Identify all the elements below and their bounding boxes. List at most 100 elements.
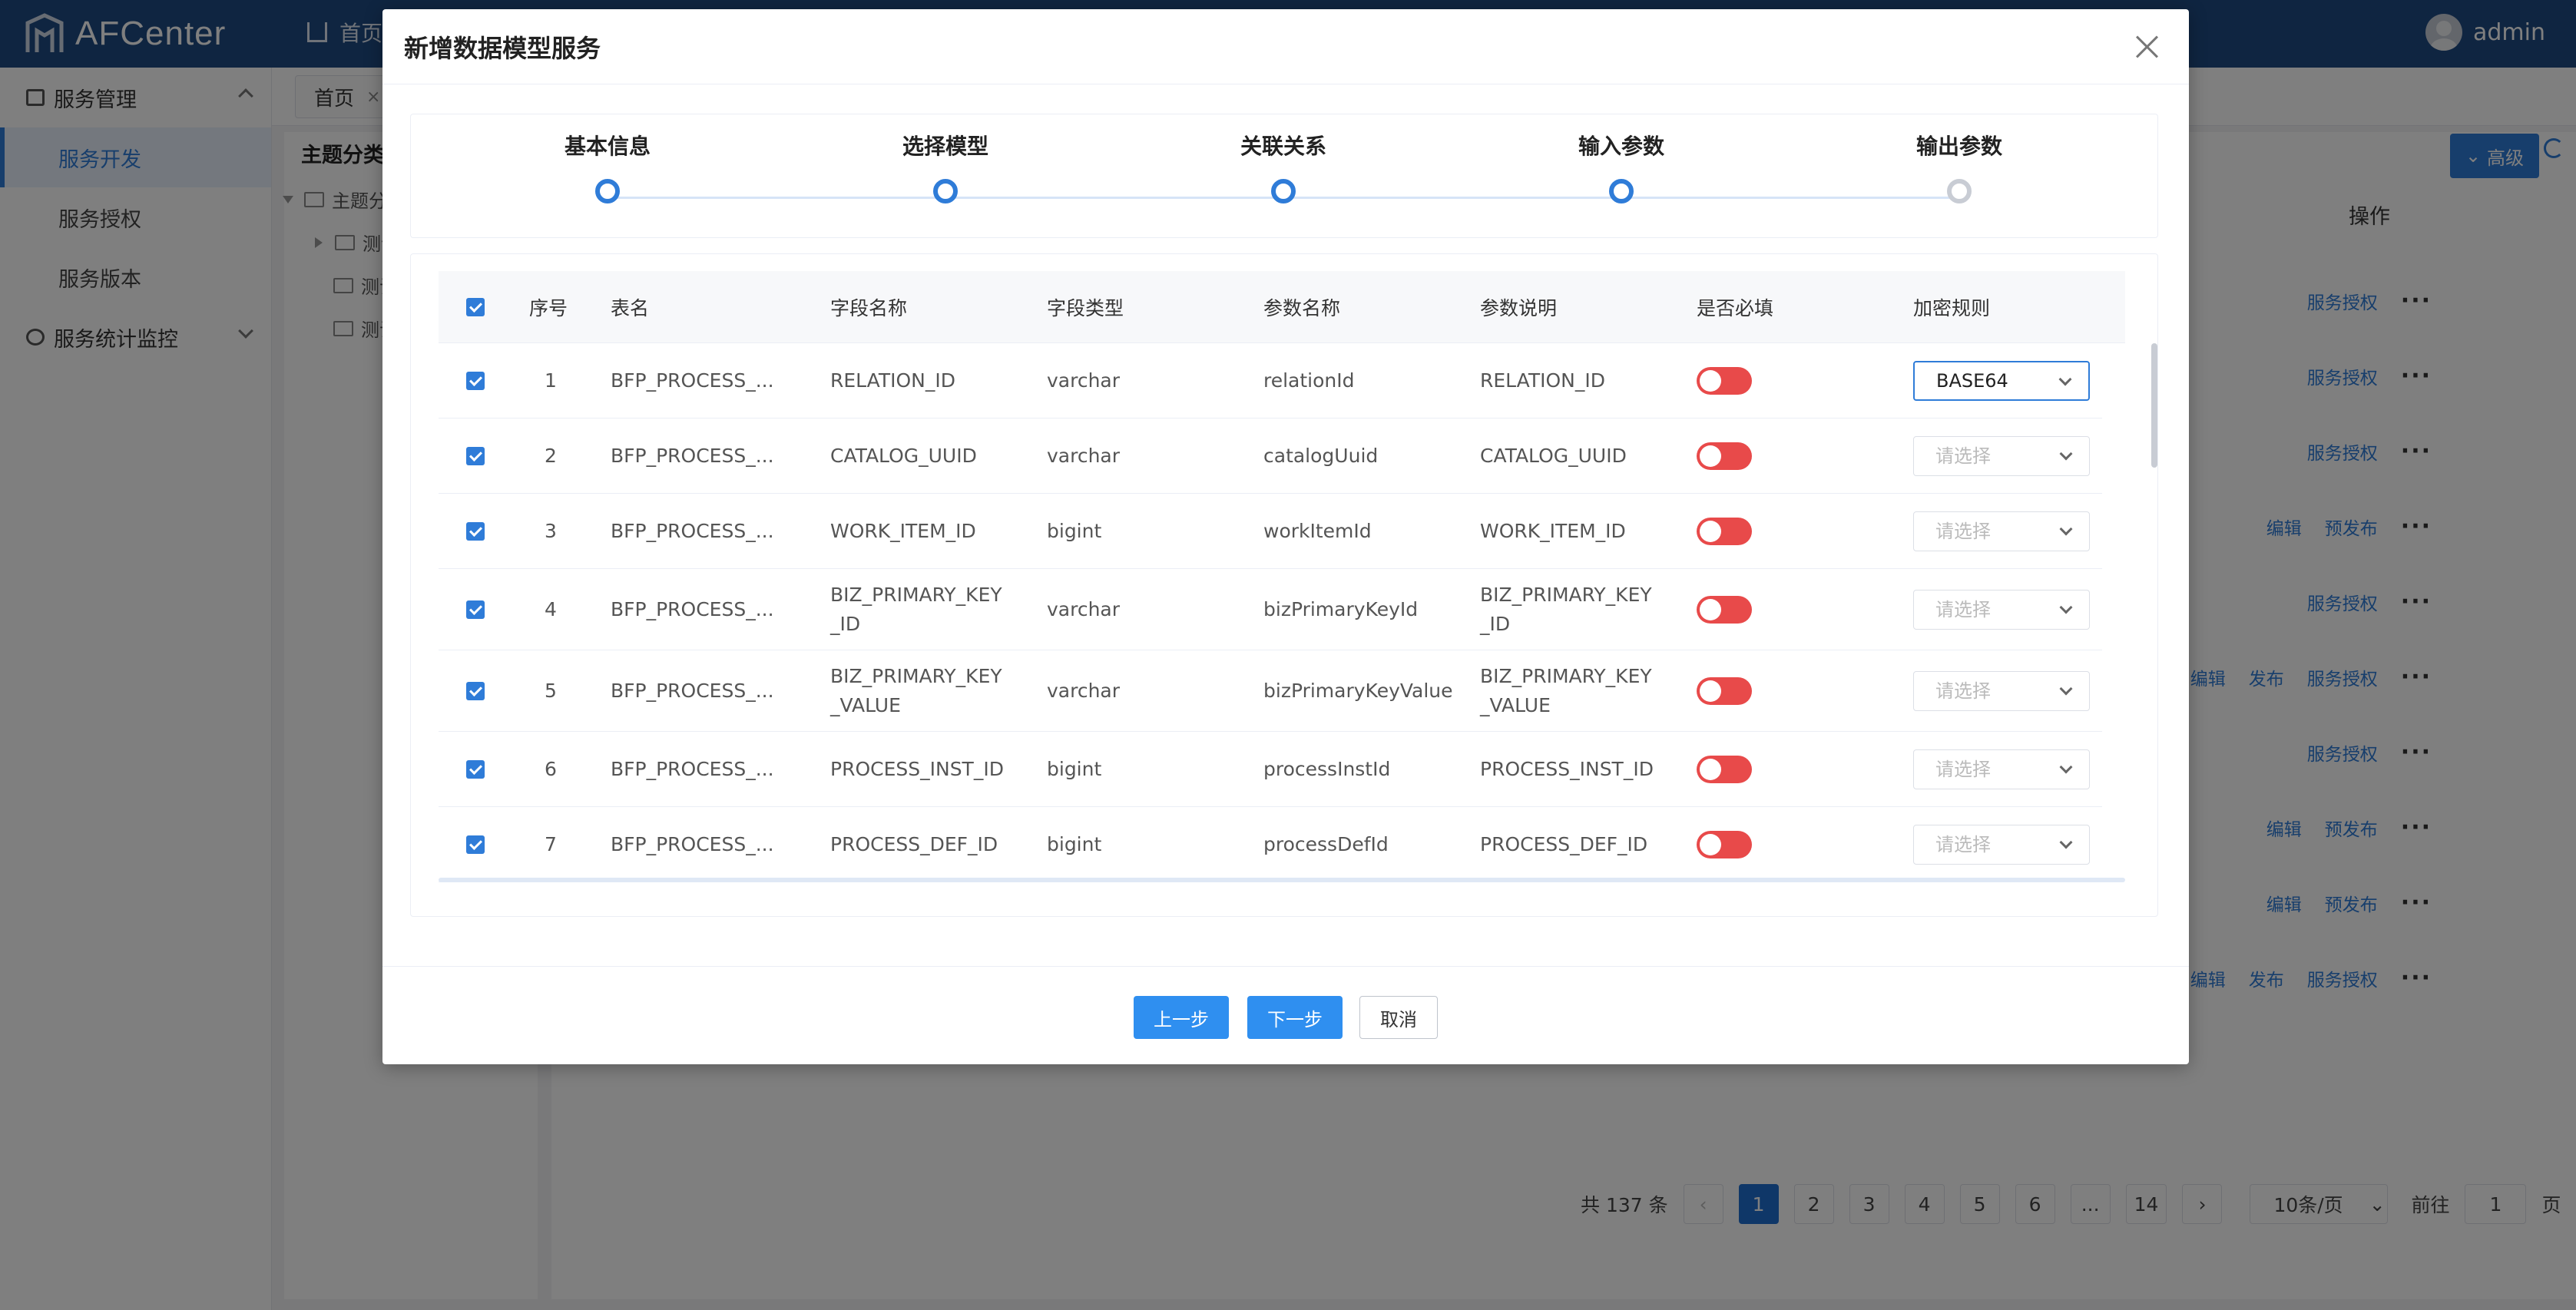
prev-step-button[interactable]: 上一步 xyxy=(1134,996,1229,1039)
cell-param: processInstId xyxy=(1263,757,1391,780)
encrypt-rule-select[interactable]: 请选择 xyxy=(1913,494,2090,568)
step-dot-icon xyxy=(1947,179,1972,203)
cell-no: 7 xyxy=(545,832,557,855)
encrypt-rule-select[interactable]: 请选择 xyxy=(1913,418,2090,493)
cell-param: bizPrimaryKeyValue xyxy=(1263,679,1453,702)
table-header: 序号 表名 字段名称 字段类型 参数名称 参数说明 是否必填 加密规则 xyxy=(439,271,2125,343)
input-params-table: 序号 表名 字段名称 字段类型 参数名称 参数说明 是否必填 加密规则 1 BFP… xyxy=(410,253,2158,917)
step-label: 关联关系 xyxy=(1240,134,1326,159)
cell-desc: CATALOG_UUID xyxy=(1480,444,1627,467)
step-5: 输出参数 xyxy=(1867,130,2051,203)
required-toggle[interactable] xyxy=(1697,418,1752,493)
required-toggle[interactable] xyxy=(1697,494,1752,568)
select-value: 请选择 xyxy=(1935,445,1991,467)
step-dot-icon xyxy=(1609,179,1634,203)
table-row: 4 BFP_PROCESS_... BIZ_PRIMARY_KEY_ID varcha… xyxy=(439,569,2102,650)
cell-no: 2 xyxy=(545,444,557,467)
row-checkbox[interactable] xyxy=(466,650,485,731)
cell-field: RELATION_ID xyxy=(830,369,955,392)
step-label: 输出参数 xyxy=(1915,134,2002,159)
encrypt-rule-select[interactable]: 请选择 xyxy=(1913,650,2090,731)
chevron-down-icon xyxy=(2058,372,2072,385)
chevron-down-icon xyxy=(2059,682,2073,695)
select-value: 请选择 xyxy=(1935,833,1991,855)
step-label: 选择模型 xyxy=(902,134,988,159)
cell-desc: PROCESS_DEF_ID xyxy=(1480,832,1648,855)
step-3: 关联关系 xyxy=(1191,130,1376,203)
chevron-down-icon xyxy=(2059,600,2073,614)
table-row: 2 BFP_PROCESS_... CATALOG_UUID varchar catal… xyxy=(439,418,2102,494)
cell-param: catalogUuid xyxy=(1263,444,1379,467)
cell-table: BFP_PROCESS_... xyxy=(611,679,774,702)
encrypt-rule-select[interactable]: BASE64 xyxy=(1913,343,2090,418)
step-label: 输入参数 xyxy=(1578,134,1664,159)
select-value: BASE64 xyxy=(1936,369,2008,392)
col-header-table: 表名 xyxy=(611,297,650,319)
cell-desc: PROCESS_INST_ID xyxy=(1480,757,1654,780)
step-2: 选择模型 xyxy=(853,130,1038,203)
cell-type: bigint xyxy=(1047,832,1102,855)
cell-table: BFP_PROCESS_... xyxy=(611,832,774,855)
row-checkbox[interactable] xyxy=(466,418,485,493)
col-header-desc: 参数说明 xyxy=(1480,297,1558,319)
col-header-required: 是否必填 xyxy=(1697,297,1774,319)
col-header-param: 参数名称 xyxy=(1263,297,1341,319)
cell-type: varchar xyxy=(1047,444,1121,467)
encrypt-rule-select[interactable]: 请选择 xyxy=(1913,807,2090,882)
cancel-button[interactable]: 取消 xyxy=(1359,996,1438,1039)
cell-field: WORK_ITEM_ID xyxy=(830,519,976,542)
step-dot-icon xyxy=(595,179,620,203)
cell-param: bizPrimaryKeyId xyxy=(1263,597,1419,620)
table-row: 6 BFP_PROCESS_... PROCESS_INST_ID bigint pro… xyxy=(439,732,2102,807)
cell-field: BIZ_PRIMARY_KEY_VALUE xyxy=(830,665,1002,716)
cell-type: varchar xyxy=(1047,369,1121,392)
step-4: 输入参数 xyxy=(1529,130,1713,203)
row-checkbox[interactable] xyxy=(466,494,485,568)
close-icon[interactable] xyxy=(2135,35,2158,58)
cell-field: PROCESS_INST_ID xyxy=(830,757,1004,780)
cell-type: varchar xyxy=(1047,597,1121,620)
horizontal-scrollbar[interactable] xyxy=(439,878,2125,882)
vertical-scrollbar[interactable] xyxy=(2151,343,2157,468)
step-1: 基本信息 xyxy=(515,130,700,203)
col-header-field: 字段名称 xyxy=(830,297,908,319)
row-checkbox[interactable] xyxy=(466,807,485,882)
cell-no: 5 xyxy=(545,679,557,702)
required-toggle[interactable] xyxy=(1697,732,1752,806)
cell-type: bigint xyxy=(1047,757,1102,780)
cell-table: BFP_PROCESS_... xyxy=(611,597,774,620)
cell-table: BFP_PROCESS_... xyxy=(611,369,774,392)
cell-type: varchar xyxy=(1047,679,1121,702)
encrypt-rule-select[interactable]: 请选择 xyxy=(1913,569,2090,650)
cell-table: BFP_PROCESS_... xyxy=(611,444,774,467)
cell-desc: WORK_ITEM_ID xyxy=(1480,519,1626,542)
col-header-encrypt: 加密规则 xyxy=(1913,297,1991,319)
row-checkbox[interactable] xyxy=(466,569,485,650)
cell-field: BIZ_PRIMARY_KEY_ID xyxy=(830,584,1002,635)
select-value: 请选择 xyxy=(1935,520,1991,542)
select-value: 请选择 xyxy=(1935,598,1991,620)
dialog-footer: 上一步 下一步 取消 xyxy=(382,966,2189,1064)
select-all-checkbox[interactable] xyxy=(466,271,485,343)
step-dot-icon xyxy=(1271,179,1296,203)
cell-table: BFP_PROCESS_... xyxy=(611,519,774,542)
required-toggle[interactable] xyxy=(1697,569,1752,650)
cell-field: CATALOG_UUID xyxy=(830,444,977,467)
add-data-model-service-dialog: 新增数据模型服务 基本信息 选择模型 关联关系 输入参数 输出参数 序号 表名 字段名称… xyxy=(382,9,2189,1064)
cell-desc: BIZ_PRIMARY_KEY_ID xyxy=(1480,584,1652,635)
encrypt-rule-select[interactable]: 请选择 xyxy=(1913,732,2090,806)
required-toggle[interactable] xyxy=(1697,807,1752,882)
chevron-down-icon xyxy=(2059,447,2073,460)
cell-no: 1 xyxy=(545,369,557,392)
row-checkbox[interactable] xyxy=(466,343,485,418)
cell-desc: BIZ_PRIMARY_KEY_VALUE xyxy=(1480,665,1652,716)
table-row: 3 BFP_PROCESS_... WORK_ITEM_ID bigint workIt… xyxy=(439,494,2102,569)
col-header-no: 序号 xyxy=(529,297,568,319)
cell-param: relationId xyxy=(1263,369,1355,392)
row-checkbox[interactable] xyxy=(466,732,485,806)
required-toggle[interactable] xyxy=(1697,343,1752,418)
step-dot-icon xyxy=(933,179,958,203)
steps-progress: 基本信息 选择模型 关联关系 输入参数 输出参数 xyxy=(410,114,2158,238)
required-toggle[interactable] xyxy=(1697,650,1752,731)
next-step-button[interactable]: 下一步 xyxy=(1247,996,1343,1039)
